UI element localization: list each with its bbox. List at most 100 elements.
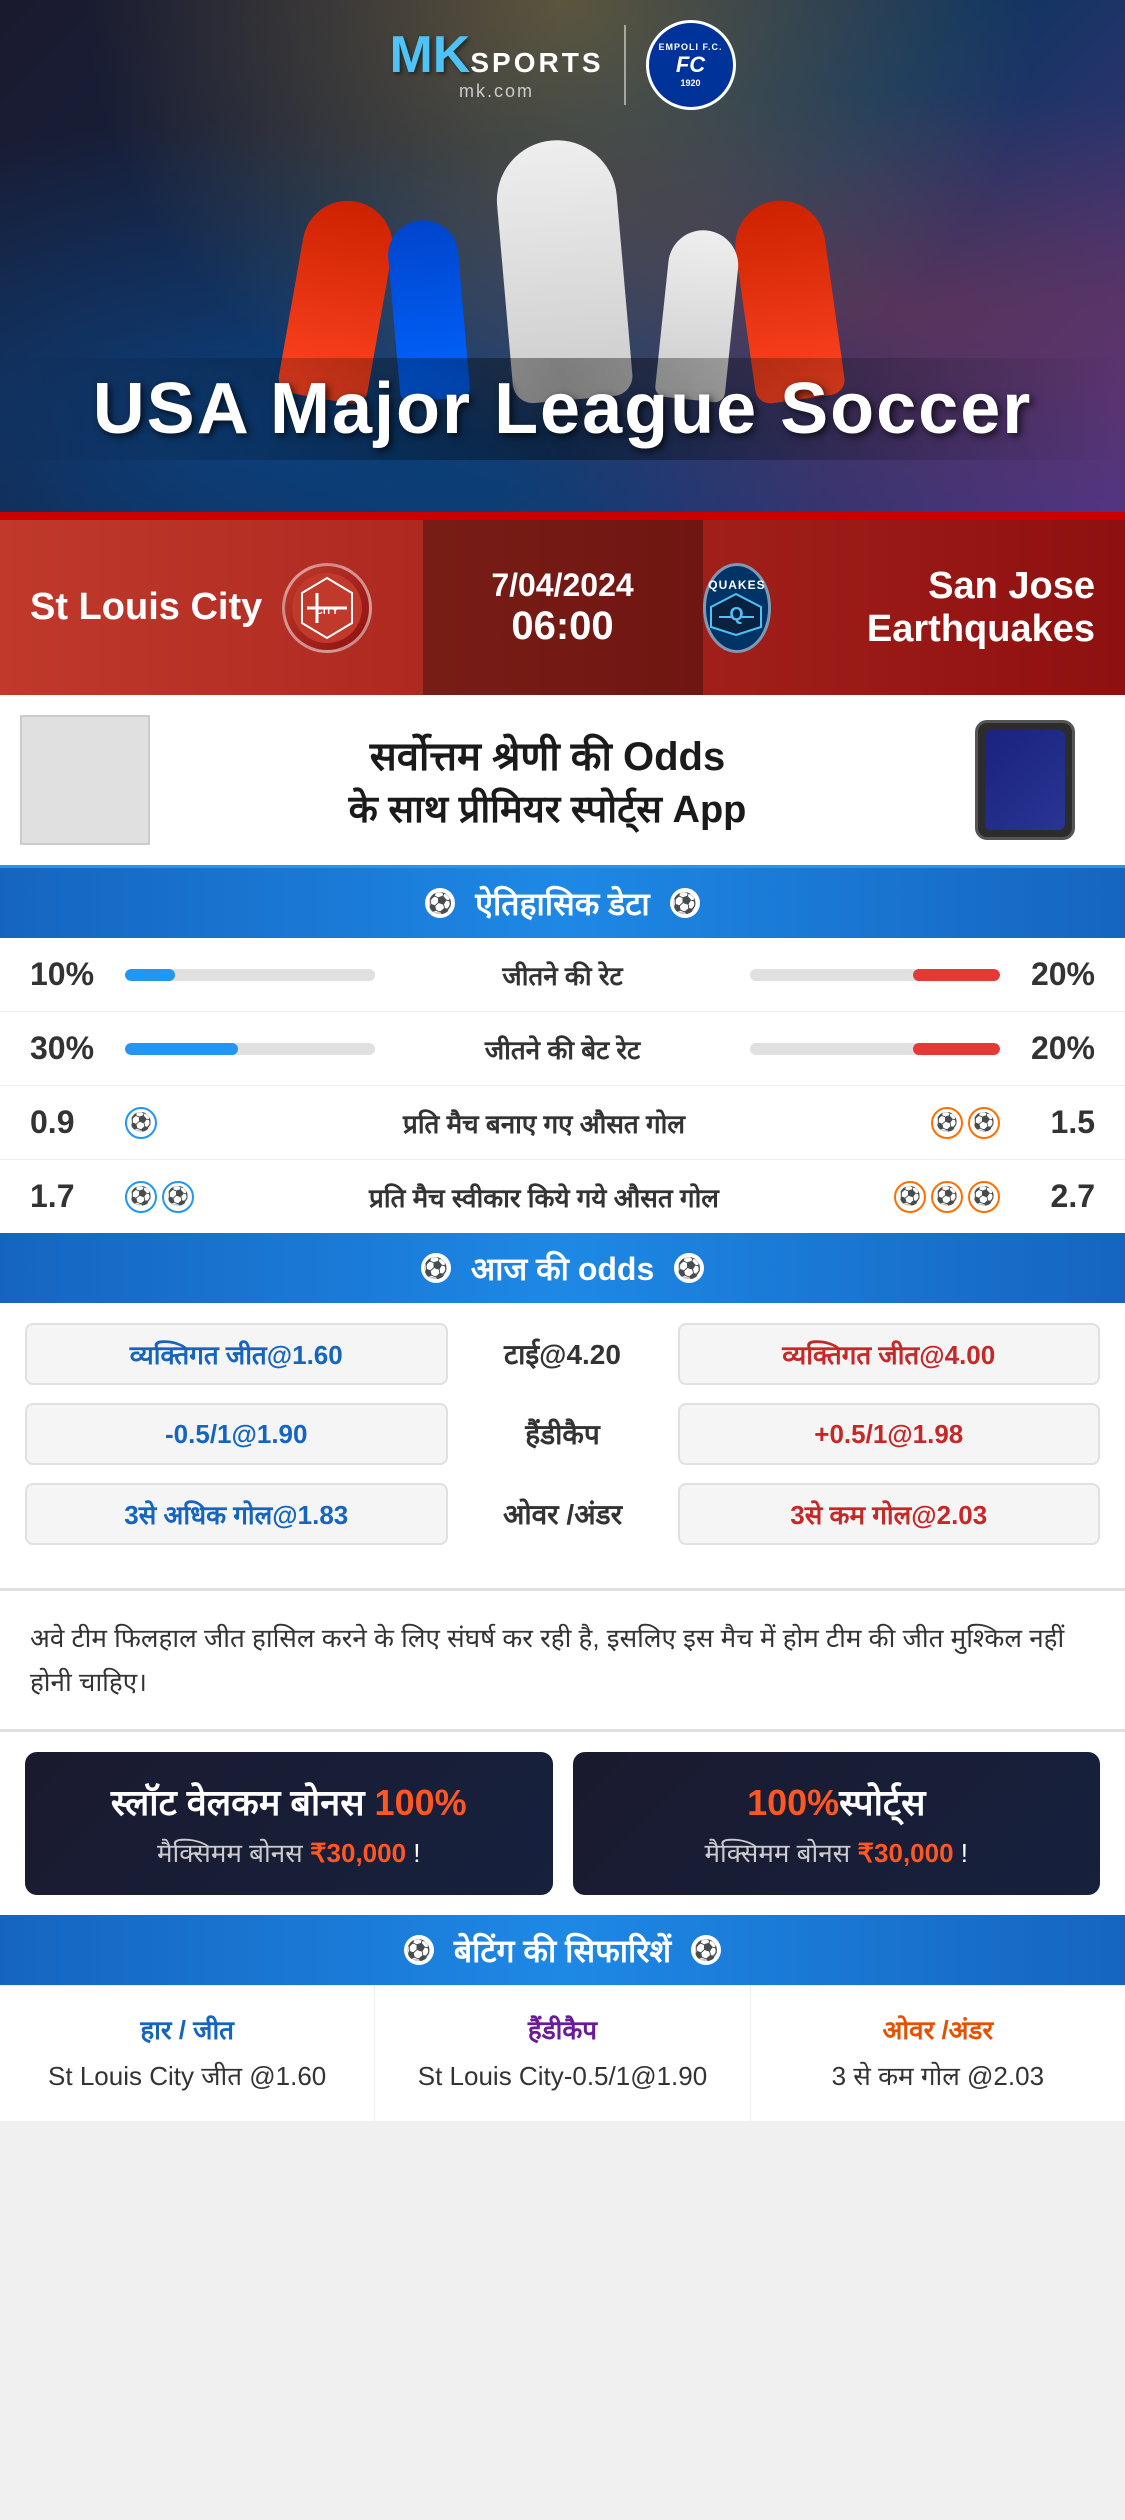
stat-right-bet-rate: 20% — [1015, 1030, 1095, 1067]
bonus-subtitle-2: मैक्सिमम बोनस ₹30,000 ! — [593, 1834, 1081, 1870]
rec-section: हार / जीत St Louis City जीत @1.60 हैंडीक… — [0, 1985, 1125, 2121]
odds-title: आज की odds — [471, 1247, 655, 1290]
stat-icons-left-2: ⚽ ⚽ — [125, 1181, 194, 1213]
ball-icon-right-1b: ⚽ — [968, 1107, 1000, 1139]
hero-title: USA Major League Soccer — [0, 368, 1125, 450]
ball-icon-right-1a: ⚽ — [931, 1107, 963, 1139]
stat-bar-right-bet-rate — [750, 1043, 1000, 1055]
mk-logo-text: MK — [389, 29, 470, 81]
stat-left-win-rate: 10% — [30, 956, 110, 993]
ball-icon-left-1: ⚽ — [125, 1107, 157, 1139]
stat-icons-right-1: ⚽ ⚽ — [931, 1107, 1000, 1139]
ball-icon-odds-left: ⚽ — [421, 1253, 451, 1283]
odds-center-1: टाई@4.20 — [463, 1335, 663, 1373]
odds-btn-left-2[interactable]: -0.5/1@1.90 — [25, 1403, 448, 1465]
rec-value-1: St Louis City जीत @1.60 — [20, 2057, 354, 2096]
match-time: 06:00 — [511, 604, 613, 649]
odds-center-2: हैंडीकैप — [463, 1415, 663, 1453]
stat-label-1: जीतने की रेट — [390, 957, 735, 993]
ball-icon-right-2c: ⚽ — [968, 1181, 1000, 1213]
stat-icons-left-1: ⚽ — [125, 1107, 157, 1139]
stat-row-win-rate: 10% जीतने की रेट 20% — [0, 938, 1125, 1012]
ad-title: सर्वोत्तम श्रेणी की Odds — [170, 727, 925, 782]
hero-logo-area: MK SPORTS mk.com EMPOLI F.C. FC 1920 — [389, 20, 735, 110]
team-right-section: QUAKES Q San Jose Earthquakes — [703, 563, 1125, 653]
stat-left-goals-conceded: 1.7 — [30, 1178, 110, 1215]
sports-text: SPORTS — [470, 49, 603, 77]
ball-icon-left-2a: ⚽ — [125, 1181, 157, 1213]
stat-bar-fill-red-1 — [913, 969, 1001, 981]
ad-text-area: सर्वोत्तम श्रेणी की Odds के साथ प्रीमियर… — [170, 727, 925, 834]
stat-label-2: जीतने की बेट रेट — [390, 1031, 735, 1067]
odds-row-2: -0.5/1@1.90 हैंडीकैप +0.5/1@1.98 — [25, 1403, 1100, 1465]
stat-label-4: प्रति मैच स्वीकार किये गये औसत गोल — [209, 1179, 879, 1215]
ball-icon-right: ⚽ — [670, 888, 700, 918]
stat-icons-right-2: ⚽ ⚽ ⚽ — [894, 1181, 1000, 1213]
match-center-section: 7/04/2024 06:00 — [423, 520, 703, 695]
phone-screen — [985, 730, 1065, 830]
analysis-section: अवे टीम फिलहाल जीत हासिल करने के लिए संघ… — [0, 1588, 1125, 1729]
rec-type-1: हार / जीत — [20, 2011, 354, 2047]
quakes-label: QUAKES — [708, 578, 765, 592]
ball-icon-right-2a: ⚽ — [894, 1181, 926, 1213]
odds-btn-right-1[interactable]: व्यक्तिगत जीत@4.00 — [678, 1323, 1101, 1385]
bonus-title-2: 100%स्पोर्ट्स — [593, 1777, 1081, 1826]
rec-title: बेटिंग की सिफारिशें — [454, 1929, 671, 1972]
bonus-title-1: स्लॉट वेलकम बोनस 100% — [45, 1777, 533, 1826]
odds-section-header: ⚽ आज की odds ⚽ — [0, 1233, 1125, 1303]
ad-banner[interactable]: सर्वोत्तम श्रेणी की Odds के साथ प्रीमियर… — [0, 695, 1125, 868]
ball-icon-left-2b: ⚽ — [162, 1181, 194, 1213]
analysis-text: अवे टीम फिलहाल जीत हासिल करने के लिए संघ… — [30, 1616, 1095, 1704]
rec-value-3: 3 से कम गोल @2.03 — [771, 2057, 1105, 2096]
historical-section-header: ⚽ ऐतिहासिक डेटा ⚽ — [0, 868, 1125, 938]
bonus-card-sports[interactable]: 100%स्पोर्ट्स मैक्सिमम बोनस ₹30,000 ! — [573, 1752, 1101, 1895]
stat-right-goals-scored: 1.5 — [1015, 1104, 1095, 1141]
stat-label-3: प्रति मैच बनाए गए औसत गोल — [172, 1105, 916, 1141]
stat-right-goals-conceded: 2.7 — [1015, 1178, 1095, 1215]
historical-title: ऐतिहासिक डेटा — [475, 882, 649, 925]
odds-btn-left-3[interactable]: 3से अधिक गोल@1.83 — [25, 1483, 448, 1545]
stat-bar-fill-blue-1 — [125, 969, 175, 981]
svg-text:Q: Q — [730, 604, 744, 624]
hero-banner: MK SPORTS mk.com EMPOLI F.C. FC 1920 USA… — [0, 0, 1125, 520]
hero-title-area: USA Major League Soccer — [0, 358, 1125, 460]
rec-type-3: ओवर /अंडर — [771, 2011, 1105, 2047]
mk-sports-logo: MK SPORTS mk.com — [389, 29, 603, 102]
team-right-name: San Jose Earthquakes — [791, 565, 1095, 651]
odds-btn-right-2[interactable]: +0.5/1@1.98 — [678, 1403, 1101, 1465]
team-right-logo: QUAKES Q — [703, 563, 772, 653]
odds-section: व्यक्तिगत जीत@1.60 टाई@4.20 व्यक्तिगत जी… — [0, 1303, 1125, 1588]
odds-row-1: व्यक्तिगत जीत@1.60 टाई@4.20 व्यक्तिगत जी… — [25, 1323, 1100, 1385]
ball-icon-odds-right: ⚽ — [674, 1253, 704, 1283]
stat-right-win-rate: 20% — [1015, 956, 1095, 993]
logo-divider — [624, 25, 626, 105]
bonus-subtitle-1: मैक्सिमम बोनस ₹30,000 ! — [45, 1834, 533, 1870]
rec-cell-2: हैंडीकैप St Louis City-0.5/1@1.90 — [375, 1986, 750, 2121]
empoli-top-text: EMPOLI F.C. — [658, 42, 722, 52]
stats-section: 10% जीतने की रेट 20% 30% जीतने की बेट रे… — [0, 938, 1125, 1233]
stat-bar-left-win-rate — [125, 969, 375, 981]
rec-value-2: St Louis City-0.5/1@1.90 — [395, 2057, 729, 2096]
odds-btn-left-1[interactable]: व्यक्तिगत जीत@1.60 — [25, 1323, 448, 1385]
ball-icon-rec-right: ⚽ — [691, 1935, 721, 1965]
ad-logo-box — [20, 715, 150, 845]
stat-row-goals-conceded: 1.7 ⚽ ⚽ प्रति मैच स्वीकार किये गये औसत ग… — [0, 1160, 1125, 1233]
rec-cell-1: हार / जीत St Louis City जीत @1.60 — [0, 1986, 375, 2121]
stat-left-bet-rate: 30% — [30, 1030, 110, 1067]
stat-row-goals-scored: 0.9 ⚽ प्रति मैच बनाए गए औसत गोल ⚽ ⚽ 1.5 — [0, 1086, 1125, 1160]
bonus-section: स्लॉट वेलकम बोनस 100% मैक्सिमम बोनस ₹30,… — [0, 1729, 1125, 1915]
ad-subtitle: के साथ प्रीमियर स्पोर्ट्स App — [170, 782, 925, 834]
odds-btn-right-3[interactable]: 3से कम गोल@2.03 — [678, 1483, 1101, 1545]
stat-left-goals-scored: 0.9 — [30, 1104, 110, 1141]
match-date: 7/04/2024 — [491, 567, 633, 604]
bonus-card-slots[interactable]: स्लॉट वेलकम बोनस 100% मैक्सिमम बोनस ₹30,… — [25, 1752, 553, 1895]
ball-icon-left: ⚽ — [425, 888, 455, 918]
stat-bar-right-win-rate — [750, 969, 1000, 981]
stat-bar-left-bet-rate — [125, 1043, 375, 1055]
odds-center-3: ओवर /अंडर — [463, 1495, 663, 1533]
ball-icon-rec-left: ⚽ — [404, 1935, 434, 1965]
empoli-logo: EMPOLI F.C. FC 1920 — [646, 20, 736, 110]
rec-section-header: ⚽ बेटिंग की सिफारिशें ⚽ — [0, 1915, 1125, 1985]
rec-type-2: हैंडीकैप — [395, 2011, 729, 2047]
stat-bar-fill-blue-2 — [125, 1043, 238, 1055]
